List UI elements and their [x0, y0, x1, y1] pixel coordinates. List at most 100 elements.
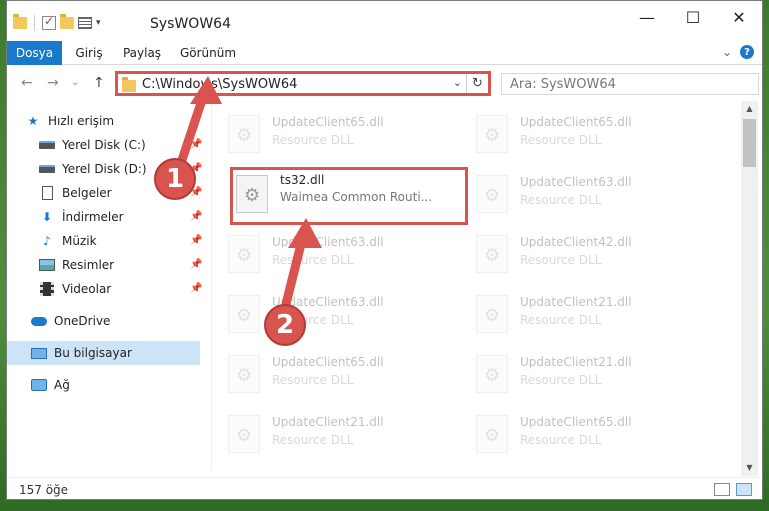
refresh-icon[interactable]: ↻	[466, 74, 488, 93]
back-arrow-icon[interactable]: ←	[21, 75, 33, 91]
sidebar-item-disk-c[interactable]: Yerel Disk (C:)	[39, 133, 146, 157]
sidebar-item-music[interactable]: ♪ Müzik	[39, 229, 97, 253]
sidebar-item-label: İndirmeler	[62, 210, 124, 224]
forward-arrow-icon[interactable]: →	[47, 75, 59, 91]
sidebar-item-this-pc[interactable]: Bu bilgisayar	[7, 341, 200, 365]
tab-dosya[interactable]: Dosya	[7, 41, 62, 65]
file-item[interactable]: UpdateClient65.dll Resource DLL	[470, 107, 700, 157]
video-icon	[39, 282, 55, 296]
sidebar-item-quick-access[interactable]: ★ Hızlı erişim	[25, 109, 114, 133]
address-path[interactable]: C:\Windows\SysWOW64	[142, 77, 297, 92]
address-dropdown-icon[interactable]: ⌄	[453, 76, 462, 89]
file-name: UpdateClient65.dll	[272, 355, 384, 369]
pin-icon[interactable]: 📌	[190, 283, 202, 294]
file-name: UpdateClient65.dll	[520, 115, 632, 129]
file-list: UpdateClient65.dll Resource DLL UpdateCl…	[222, 101, 742, 471]
file-item[interactable]: UpdateClient21.dll Resource DLL	[222, 407, 452, 457]
file-name: UpdateClient65.dll	[520, 415, 632, 429]
sidebar-item-label: Hızlı erişim	[48, 114, 115, 128]
large-icons-view-icon[interactable]	[736, 483, 752, 496]
network-icon	[31, 378, 47, 392]
sidebar-item-disk-d[interactable]: Yerel Disk (D:)	[39, 157, 147, 181]
file-name: UpdateClient21.dll	[272, 415, 384, 429]
sidebar-item-onedrive[interactable]: OneDrive	[31, 309, 110, 333]
sidebar-item-pictures[interactable]: Resimler	[39, 253, 114, 277]
maximize-button[interactable]: ☐	[670, 1, 716, 33]
file-description: Resource DLL	[272, 253, 354, 267]
file-description: Resource DLL	[520, 373, 602, 387]
sidebar-item-label: Yerel Disk (D:)	[62, 162, 147, 176]
step-badge-2: 2	[264, 304, 306, 346]
tab-gorunum[interactable]: Görünüm	[177, 41, 239, 65]
sidebar-item-network[interactable]: Ağ	[31, 373, 70, 397]
scroll-down-icon[interactable]: ▼	[741, 460, 758, 476]
pane-divider[interactable]	[211, 101, 212, 471]
up-arrow-icon[interactable]: ↑	[93, 75, 105, 91]
file-item[interactable]: UpdateClient63.dll Resource DLL	[470, 167, 700, 217]
search-placeholder: Ara: SysWOW64	[510, 77, 616, 92]
cloud-icon	[31, 314, 47, 328]
file-item[interactable]: UpdateClient65.dll Resource DLL	[222, 347, 452, 397]
title-bar: ▾ SysWOW64 — ☐ ✕	[7, 1, 762, 41]
help-icon[interactable]: ?	[740, 45, 754, 59]
sidebar-item-label: Resimler	[62, 258, 115, 272]
scroll-thumb[interactable]	[743, 119, 756, 167]
dll-file-icon	[228, 115, 260, 153]
recent-locations-icon[interactable]: ⌄	[71, 77, 79, 88]
file-description: Resource DLL	[272, 133, 354, 147]
sidebar-item-downloads[interactable]: ⬇ İndirmeler	[39, 205, 124, 229]
dll-file-icon	[236, 175, 268, 213]
vertical-scrollbar[interactable]: ▲ ▼	[741, 101, 758, 476]
file-description: Resource DLL	[272, 433, 354, 447]
pin-icon[interactable]: 📌	[190, 139, 202, 150]
details-view-icon[interactable]	[714, 483, 730, 496]
file-description: Resource DLL	[520, 133, 602, 147]
file-item[interactable]: UpdateClient65.dll Resource DLL	[470, 407, 700, 457]
file-item[interactable]: UpdateClient63.dll Resource DLL	[222, 227, 452, 277]
address-bar[interactable]: C:\Windows\SysWOW64 ⌄ ↻	[115, 71, 491, 96]
ribbon-collapse-icon[interactable]: ⌄	[722, 45, 732, 59]
folder-icon	[122, 77, 136, 92]
close-button[interactable]: ✕	[716, 1, 762, 33]
file-description: Resource DLL	[520, 433, 602, 447]
sidebar-item-documents[interactable]: Belgeler	[39, 181, 112, 205]
customize-view-icon[interactable]	[78, 17, 92, 29]
dll-file-icon	[228, 235, 260, 273]
scroll-up-icon[interactable]: ▲	[741, 101, 758, 117]
ribbon-tabs: Dosya Giriş Paylaş Görünüm ⌄ ?	[7, 41, 762, 65]
sidebar-item-label: Müzik	[62, 234, 97, 248]
status-bar: 157 öğe	[7, 477, 762, 499]
file-name: UpdateClient63.dll	[272, 235, 384, 249]
pictures-icon	[39, 258, 55, 272]
item-count: 157 öğe	[19, 483, 69, 497]
customize-dropdown-icon[interactable]: ▾	[96, 18, 101, 28]
search-input[interactable]: Ara: SysWOW64	[501, 73, 759, 95]
pin-icon[interactable]: 📌	[190, 211, 202, 222]
sidebar-item-videos[interactable]: Videolar	[39, 277, 111, 301]
minimize-button[interactable]: —	[624, 1, 670, 33]
file-item[interactable]: UpdateClient42.dll Resource DLL	[470, 227, 700, 277]
sidebar-item-label: Yerel Disk (C:)	[62, 138, 146, 152]
dll-file-icon	[476, 295, 508, 333]
pin-icon[interactable]: 📌	[190, 259, 202, 270]
new-folder-icon[interactable]	[60, 14, 74, 29]
tab-paylas[interactable]: Paylaş	[117, 41, 167, 65]
star-icon: ★	[27, 114, 39, 128]
music-icon: ♪	[43, 234, 51, 248]
folder-icon	[13, 14, 27, 29]
sidebar-item-label: Belgeler	[62, 186, 112, 200]
dll-file-icon	[476, 115, 508, 153]
tab-giris[interactable]: Giriş	[67, 41, 111, 65]
pin-icon[interactable]: 📌	[190, 235, 202, 246]
file-name: UpdateClient21.dll	[520, 295, 632, 309]
file-item[interactable]: UpdateClient65.dll Resource DLL	[222, 107, 452, 157]
file-item[interactable]: UpdateClient63.dll Resource DLL	[222, 287, 452, 337]
properties-icon[interactable]	[42, 14, 56, 30]
drive-icon	[39, 162, 55, 176]
file-item-ts32[interactable]: ts32.dll Waimea Common Routi...	[230, 167, 468, 225]
file-item[interactable]: UpdateClient21.dll Resource DLL	[470, 347, 700, 397]
dll-file-icon	[476, 235, 508, 273]
file-description: Resource DLL	[520, 253, 602, 267]
file-item[interactable]: UpdateClient21.dll Resource DLL	[470, 287, 700, 337]
dll-file-icon	[476, 355, 508, 393]
